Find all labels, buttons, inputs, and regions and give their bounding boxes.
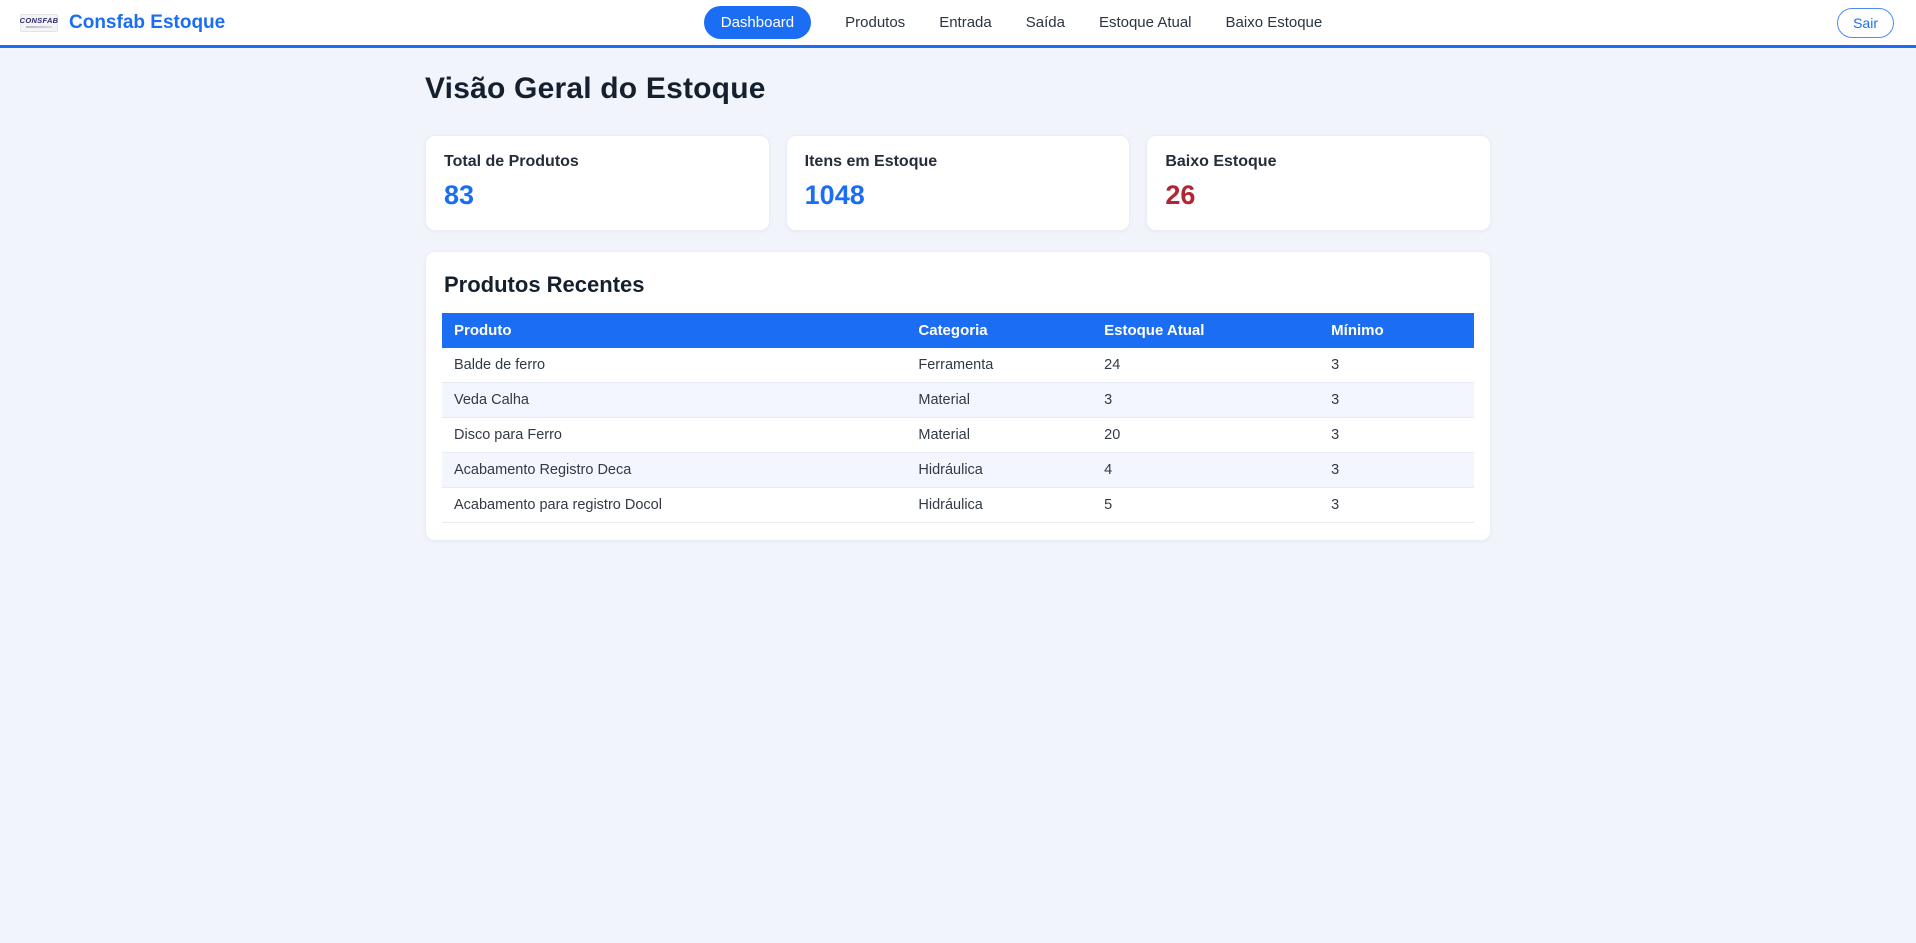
brand[interactable]: CONSFAB Consfab Estoque bbox=[20, 12, 592, 34]
logout-button[interactable]: Sair bbox=[1837, 8, 1894, 38]
stats-row: Total de Produtos 83 Itens em Estoque 10… bbox=[425, 135, 1491, 231]
navbar-right: Sair bbox=[1322, 8, 1894, 38]
table-row: Balde de ferroFerramenta243 bbox=[442, 348, 1474, 383]
table-cell: 4 bbox=[1092, 453, 1319, 488]
page-title: Visão Geral do Estoque bbox=[425, 72, 1491, 106]
table-cell: 3 bbox=[1319, 383, 1474, 418]
main-nav: Dashboard Produtos Entrada Saída Estoque… bbox=[704, 6, 1323, 39]
recent-products-title: Produtos Recentes bbox=[444, 272, 1474, 298]
table-cell: 3 bbox=[1319, 348, 1474, 383]
brand-title: Consfab Estoque bbox=[69, 12, 225, 34]
recent-products-table: Produto Categoria Estoque Atual Mínimo B… bbox=[442, 313, 1474, 523]
nav-item-saida[interactable]: Saída bbox=[1026, 14, 1065, 31]
stat-value: 1048 bbox=[805, 180, 1112, 211]
table-cell: Material bbox=[906, 383, 1092, 418]
table-cell: Balde de ferro bbox=[442, 348, 906, 383]
table-row: Veda CalhaMaterial33 bbox=[442, 383, 1474, 418]
stat-card-baixo-estoque: Baixo Estoque 26 bbox=[1146, 135, 1491, 231]
stat-label: Total de Produtos bbox=[444, 153, 751, 171]
table-cell: 3 bbox=[1319, 453, 1474, 488]
nav-item-estoque-atual[interactable]: Estoque Atual bbox=[1099, 14, 1192, 31]
nav-item-baixo-estoque[interactable]: Baixo Estoque bbox=[1226, 14, 1323, 31]
table-cell: Material bbox=[906, 418, 1092, 453]
recent-products-tbody: Balde de ferroFerramenta243Veda CalhaMat… bbox=[442, 348, 1474, 523]
nav-item-produtos[interactable]: Produtos bbox=[845, 14, 905, 31]
consfab-logo-tagline bbox=[26, 26, 52, 28]
stat-value: 83 bbox=[444, 180, 751, 211]
main-content: Visão Geral do Estoque Total de Produtos… bbox=[425, 48, 1491, 541]
table-cell: Acabamento Registro Deca bbox=[442, 453, 906, 488]
table-cell: Hidráulica bbox=[906, 453, 1092, 488]
table-row: Acabamento Registro DecaHidráulica43 bbox=[442, 453, 1474, 488]
table-cell: Disco para Ferro bbox=[442, 418, 906, 453]
table-cell: 20 bbox=[1092, 418, 1319, 453]
column-header-minimo: Mínimo bbox=[1319, 313, 1474, 348]
table-row: Disco para FerroMaterial203 bbox=[442, 418, 1474, 453]
table-cell: 5 bbox=[1092, 488, 1319, 523]
consfab-logo: CONSFAB bbox=[20, 14, 58, 32]
stat-card-itens-estoque: Itens em Estoque 1048 bbox=[786, 135, 1131, 231]
recent-products-card: Produtos Recentes Produto Categoria Esto… bbox=[425, 251, 1491, 541]
stat-card-total-produtos: Total de Produtos 83 bbox=[425, 135, 770, 231]
table-cell: Hidráulica bbox=[906, 488, 1092, 523]
table-cell: Veda Calha bbox=[442, 383, 906, 418]
column-header-categoria: Categoria bbox=[906, 313, 1092, 348]
nav-item-entrada[interactable]: Entrada bbox=[939, 14, 992, 31]
stat-label: Itens em Estoque bbox=[805, 153, 1112, 171]
table-cell: Acabamento para registro Docol bbox=[442, 488, 906, 523]
stat-value: 26 bbox=[1165, 180, 1472, 211]
table-header: Produto Categoria Estoque Atual Mínimo bbox=[442, 313, 1474, 348]
column-header-produto: Produto bbox=[442, 313, 906, 348]
nav-item-dashboard[interactable]: Dashboard bbox=[704, 6, 811, 39]
table-row: Acabamento para registro DocolHidráulica… bbox=[442, 488, 1474, 523]
top-navbar: CONSFAB Consfab Estoque Dashboard Produt… bbox=[0, 0, 1916, 48]
table-cell: 3 bbox=[1092, 383, 1319, 418]
stat-label: Baixo Estoque bbox=[1165, 153, 1472, 171]
consfab-logo-text: CONSFAB bbox=[20, 17, 59, 25]
table-cell: 3 bbox=[1319, 418, 1474, 453]
table-cell: Ferramenta bbox=[906, 348, 1092, 383]
column-header-estoque-atual: Estoque Atual bbox=[1092, 313, 1319, 348]
table-cell: 24 bbox=[1092, 348, 1319, 383]
table-cell: 3 bbox=[1319, 488, 1474, 523]
